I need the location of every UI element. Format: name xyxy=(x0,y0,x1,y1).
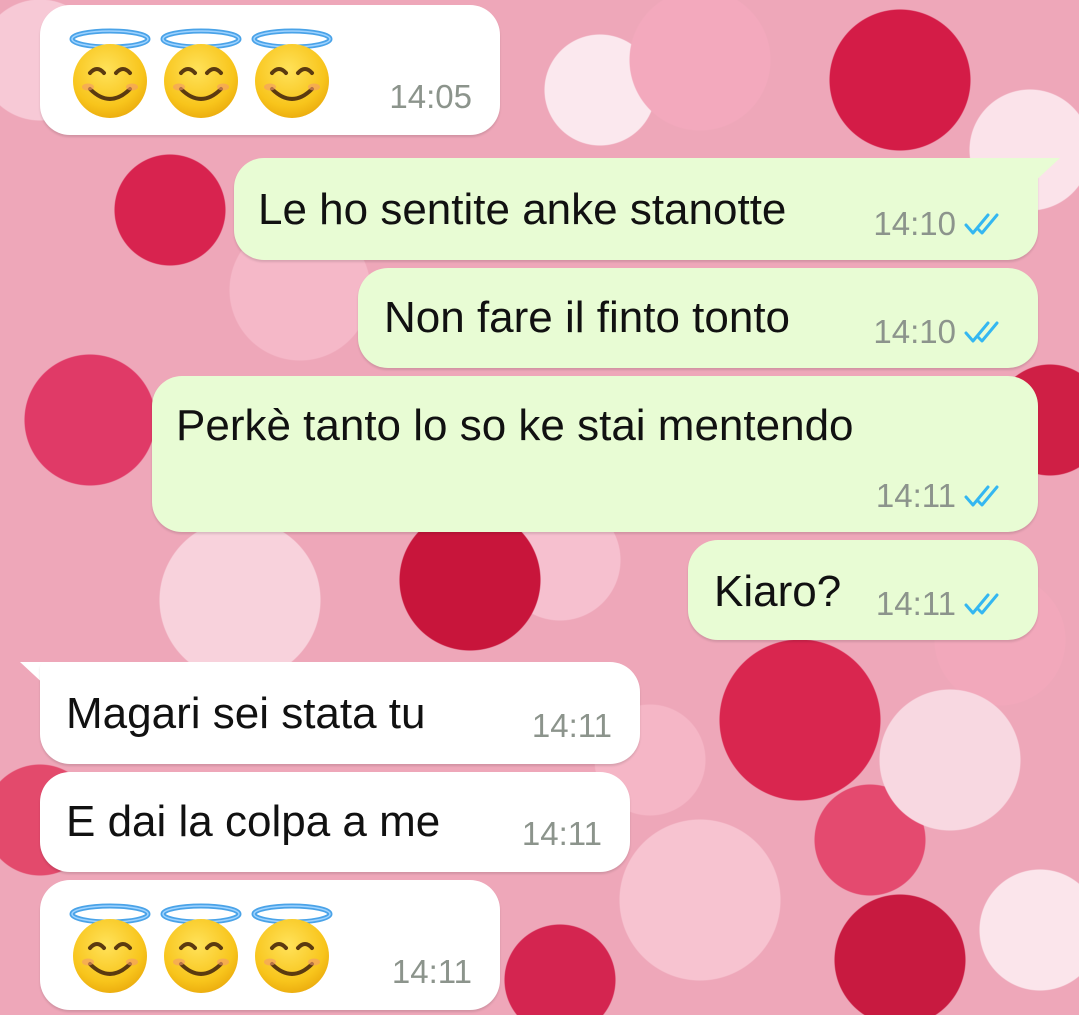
message-time: 14:11 xyxy=(875,585,956,622)
message-meta: 14:11 xyxy=(532,709,612,742)
message-bubble-incoming[interactable]: E dai la colpa a me 14:11 xyxy=(40,772,630,872)
message-meta: 14:11 xyxy=(876,479,1010,512)
message-time: 14:11 xyxy=(875,477,956,514)
smiling-face-with-halo-icon xyxy=(159,902,243,994)
message-time: 14:10 xyxy=(873,205,956,242)
message-time: 14:11 xyxy=(391,953,472,990)
message-meta: 14:10 xyxy=(873,315,1010,348)
double-check-icon xyxy=(964,592,1010,616)
smiling-face-with-halo-icon xyxy=(68,27,152,119)
emoji-row xyxy=(68,902,334,994)
message-text: Kiaro? xyxy=(714,567,842,616)
smiling-face-with-halo-icon xyxy=(159,27,243,119)
message-bubble-incoming[interactable]: 14:11 xyxy=(40,880,500,1010)
chat-area[interactable]: 14:05 Le ho sentite anke stanotte 14:10 … xyxy=(0,0,1079,1015)
message-meta: 14:05 xyxy=(389,80,472,113)
double-check-icon xyxy=(964,212,1010,236)
smiling-face-with-halo-icon xyxy=(250,27,334,119)
message-meta: 14:11 xyxy=(522,817,602,850)
message-meta: 14:11 xyxy=(876,587,1010,620)
message-meta: 14:11 xyxy=(392,955,472,988)
message-time: 14:10 xyxy=(873,313,956,350)
message-text: Le ho sentite anke stanotte xyxy=(258,185,787,234)
message-bubble-outgoing[interactable]: Kiaro? 14:11 xyxy=(688,540,1038,640)
bubble-tail xyxy=(1032,158,1060,184)
message-text: Magari sei stata tu xyxy=(66,689,426,738)
message-meta: 14:10 xyxy=(873,207,1010,240)
smiling-face-with-halo-icon xyxy=(250,902,334,994)
double-check-icon xyxy=(964,484,1010,508)
message-bubble-incoming[interactable]: Magari sei stata tu 14:11 xyxy=(40,662,640,764)
message-time: 14:11 xyxy=(521,815,602,852)
message-time: 14:11 xyxy=(531,707,612,744)
message-bubble-outgoing[interactable]: Perkè tanto lo so ke stai mentendo 14:11 xyxy=(152,376,1038,532)
message-bubble-incoming[interactable]: 14:05 xyxy=(40,5,500,135)
message-time: 14:05 xyxy=(389,78,472,115)
message-text: E dai la colpa a me xyxy=(66,797,441,846)
smiling-face-with-halo-icon xyxy=(68,902,152,994)
emoji-row xyxy=(68,27,334,119)
double-check-icon xyxy=(964,320,1010,344)
message-text: Perkè tanto lo so ke stai mentendo xyxy=(176,401,854,450)
message-bubble-outgoing[interactable]: Le ho sentite anke stanotte 14:10 xyxy=(234,158,1038,260)
message-bubble-outgoing[interactable]: Non fare il finto tonto 14:10 xyxy=(358,268,1038,368)
message-text: Non fare il finto tonto xyxy=(384,293,791,342)
